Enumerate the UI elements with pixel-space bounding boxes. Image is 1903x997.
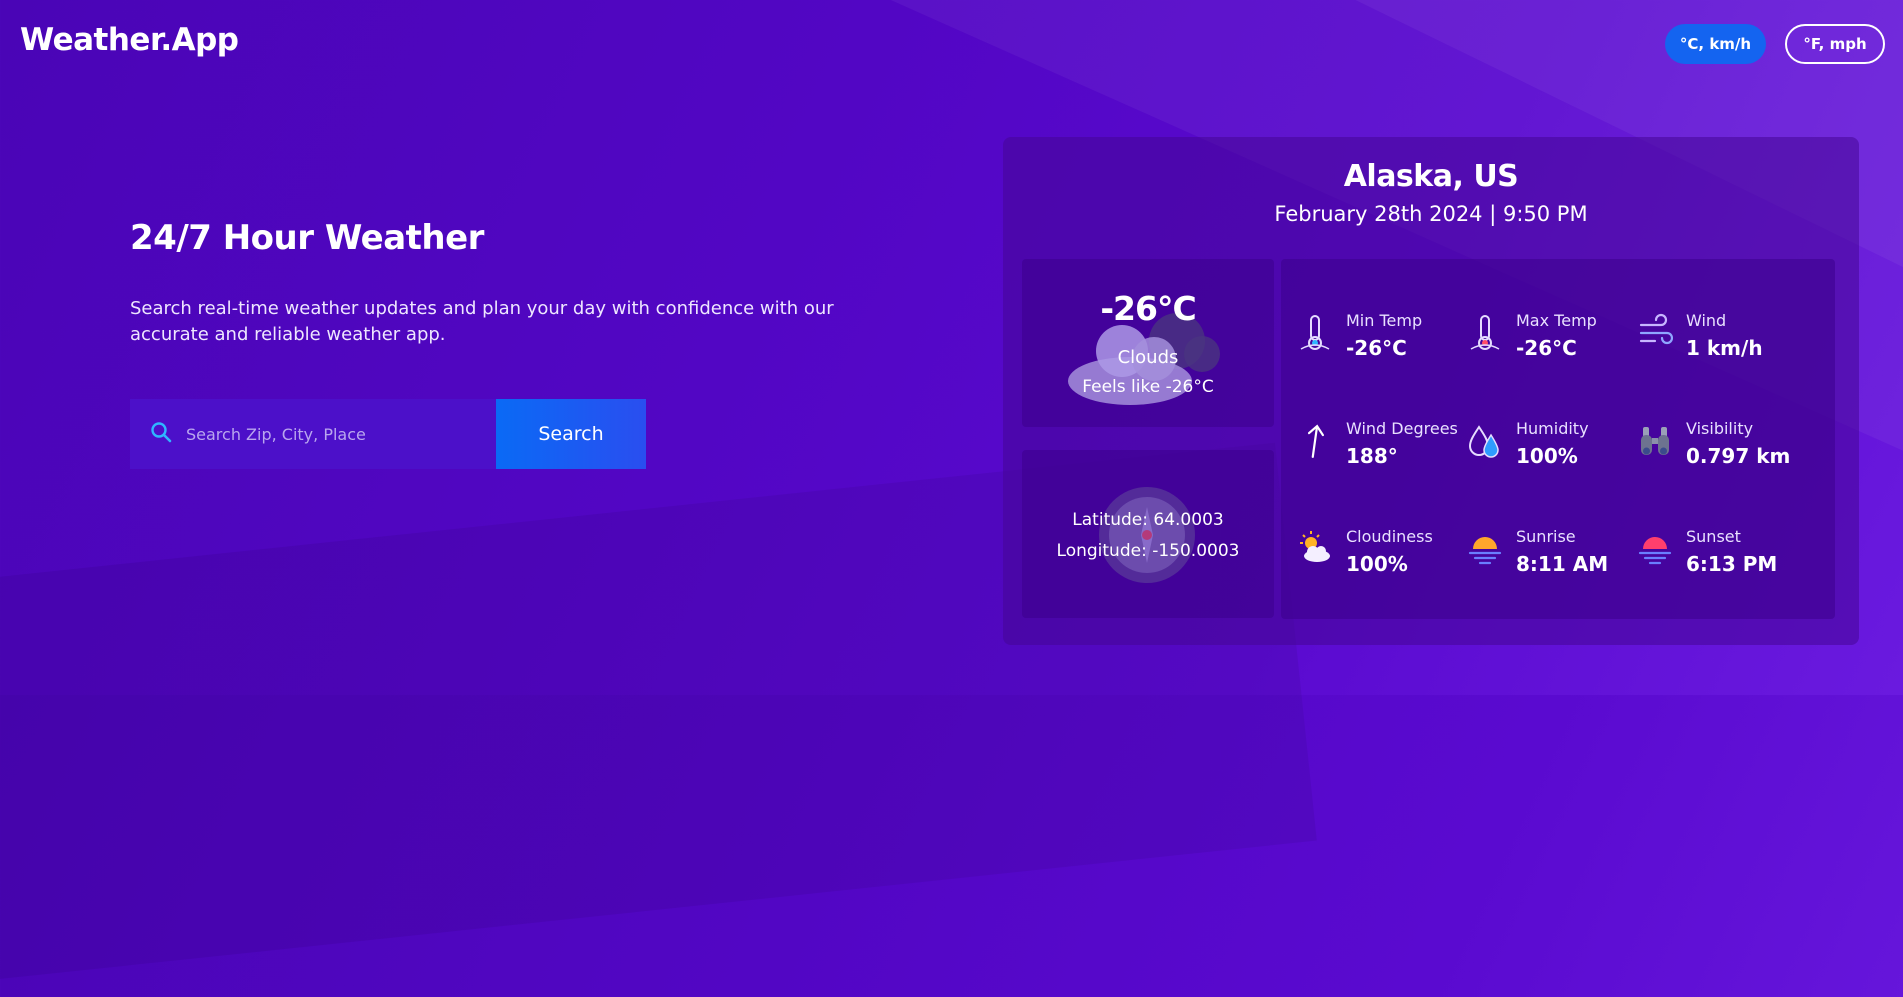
longitude: Longitude: -150.0003 <box>1056 541 1240 561</box>
current-weather-panel: -26°C Clouds Feels like -26°C <box>1022 259 1274 427</box>
latitude: Latitude: 64.0003 <box>1072 510 1224 530</box>
wind-icon <box>1637 313 1674 353</box>
detail-label: Min Temp <box>1346 311 1423 330</box>
search-button[interactable]: Search <box>496 399 646 469</box>
detail-sunset: Sunset 6:13 PM <box>1621 517 1791 577</box>
thermometer-icon <box>1467 313 1503 353</box>
coordinates-panel: Latitude: 64.0003 Longitude: -150.0003 <box>1022 450 1274 618</box>
detail-sunrise: Sunrise 8:11 AM <box>1451 517 1621 577</box>
detail-value: -26°C <box>1516 336 1577 360</box>
binoculars-icon <box>1637 421 1673 461</box>
detail-label: Cloudiness <box>1346 527 1433 546</box>
detail-cloudiness: Cloudiness 100% <box>1281 517 1451 577</box>
feels-like: Feels like -26°C <box>1082 377 1214 397</box>
humidity-drops-icon <box>1467 421 1503 461</box>
search-bar: Search <box>130 399 646 469</box>
weather-condition: Clouds <box>1117 347 1179 368</box>
detail-wind-degrees: Wind Degrees 188° <box>1281 409 1458 469</box>
weather-card: Alaska, US February 28th 2024 | 9:50 PM … <box>1003 137 1859 645</box>
hero-description: Search real-time weather updates and pla… <box>130 298 834 345</box>
detail-humidity: Humidity 100% <box>1451 409 1621 469</box>
sunset-icon <box>1637 529 1673 569</box>
detail-label: Visibility <box>1686 419 1754 438</box>
imperial-units-button[interactable]: °F, mph <box>1785 24 1885 64</box>
detail-label: Sunset <box>1686 527 1741 546</box>
detail-value: 6:13 PM <box>1686 552 1778 576</box>
detail-max-temp: Max Temp -26°C <box>1451 301 1621 361</box>
arrow-up-icon <box>1297 421 1333 461</box>
detail-label: Sunrise <box>1516 527 1576 546</box>
location-name: Alaska, US <box>1343 159 1519 194</box>
weather-details-panel: Min Temp -26°C Max Temp -26°C Wind 1 km/… <box>1281 259 1835 619</box>
app-logo[interactable]: Weather.App <box>20 22 239 58</box>
detail-value: 1 km/h <box>1686 336 1763 360</box>
detail-value: 100% <box>1346 552 1408 576</box>
search-icon <box>150 421 172 447</box>
detail-value: 8:11 AM <box>1516 552 1609 576</box>
search-input[interactable] <box>184 423 488 445</box>
detail-min-temp: Min Temp -26°C <box>1281 301 1451 361</box>
detail-value: 0.797 km <box>1686 444 1791 468</box>
detail-value: 188° <box>1346 444 1398 468</box>
metric-units-button[interactable]: °C, km/h <box>1665 24 1766 64</box>
detail-wind: Wind 1 km/h <box>1621 301 1791 361</box>
detail-visibility: Visibility 0.797 km <box>1621 409 1791 469</box>
thermometer-icon <box>1297 313 1333 353</box>
detail-label: Wind <box>1686 311 1727 330</box>
hero-title: 24/7 Hour Weather <box>130 218 484 258</box>
compass-icon <box>1097 485 1197 589</box>
detail-label: Max Temp <box>1516 311 1597 330</box>
detail-label: Wind Degrees <box>1346 419 1458 438</box>
sunrise-icon <box>1467 529 1503 569</box>
current-temperature: -26°C <box>1100 289 1196 328</box>
detail-label: Humidity <box>1516 419 1589 438</box>
detail-value: -26°C <box>1346 336 1407 360</box>
sun-cloud-icon <box>1297 529 1333 569</box>
search-field[interactable] <box>130 399 496 469</box>
detail-value: 100% <box>1516 444 1578 468</box>
date-time: February 28th 2024 | 9:50 PM <box>1274 202 1588 226</box>
